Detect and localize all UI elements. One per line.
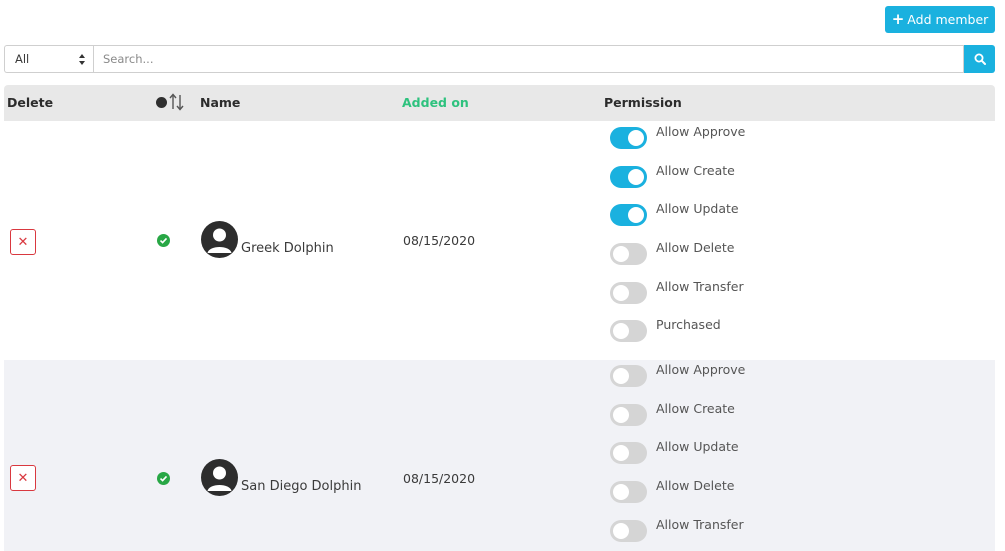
toggle-switch[interactable] [610,320,647,342]
select-arrows-icon [79,54,85,65]
permission-item: Purchased [610,317,721,342]
search-input[interactable]: Search... [93,45,964,73]
toggle-switch[interactable] [610,520,647,542]
delete-button[interactable]: ✕ [10,465,36,491]
permission-label: Allow Approve [656,124,746,139]
search-icon [974,53,986,65]
permission-item: Allow Transfer [610,279,744,304]
close-icon: ✕ [17,234,29,250]
toggle-switch[interactable] [610,282,647,304]
toggle-switch[interactable] [610,404,647,426]
table-row: ✕ Greek Dolphin 08/15/2020 Allow Approve… [4,122,995,360]
filter-bar: All Search... [4,45,995,73]
close-icon: ✕ [17,470,29,486]
permission-item: Allow Create [610,401,735,426]
header-permission: Permission [604,95,682,110]
toggle-switch[interactable] [610,204,647,226]
permission-item: Allow Transfer [610,517,744,542]
permission-item: Allow Update [610,201,739,226]
table-header: Delete Name Added on Permission [4,85,995,121]
header-delete: Delete [7,95,54,110]
toggle-switch[interactable] [610,243,647,265]
added-date: 08/15/2020 [403,233,476,248]
avatar [201,221,238,258]
permission-label: Allow Transfer [656,279,744,294]
permission-item: Allow Approve [610,362,745,387]
permission-label: Allow Delete [656,478,735,493]
sort-icon [169,93,184,111]
permission-label: Allow Create [656,163,735,178]
permission-label: Allow Transfer [656,517,744,532]
toggle-switch[interactable] [610,442,647,464]
search-placeholder: Search... [103,52,154,66]
permission-label: Purchased [656,317,721,332]
header-status-sort[interactable] [156,93,185,111]
status-dot-icon [156,96,167,108]
permission-label: Allow Update [656,201,739,216]
plus-icon: + [891,10,905,28]
toggle-switch[interactable] [610,481,647,503]
permission-label: Allow Approve [656,362,746,377]
header-added-on[interactable]: Added on [402,95,469,110]
toggle-switch[interactable] [610,127,647,149]
add-member-button[interactable]: + Add member [885,6,995,33]
permission-label: Allow Delete [656,240,735,255]
filter-select-value: All [15,52,30,66]
permission-item: Allow Update [610,439,739,464]
permission-item: Allow Create [610,163,735,188]
search-button[interactable] [964,45,995,73]
status-check-icon [157,234,170,247]
status-check-icon [157,472,170,485]
member-name: Greek Dolphin [241,241,334,256]
header-name[interactable]: Name [200,95,240,110]
toggle-switch[interactable] [610,166,647,188]
permission-item: Allow Delete [610,240,734,265]
permission-label: Allow Create [656,401,735,416]
delete-button[interactable]: ✕ [10,229,36,255]
added-date: 08/15/2020 [403,471,476,486]
avatar [201,459,238,496]
permission-item: Allow Delete [610,478,734,503]
permission-label: Allow Update [656,439,739,454]
toggle-switch[interactable] [610,365,647,387]
add-member-label: Add member [907,12,989,27]
permission-item: Allow Approve [610,124,745,149]
filter-select[interactable]: All [4,45,93,73]
table-row: ✕ San Diego Dolphin 08/15/2020 Allow App… [4,360,995,551]
member-name: San Diego Dolphin [241,479,362,494]
